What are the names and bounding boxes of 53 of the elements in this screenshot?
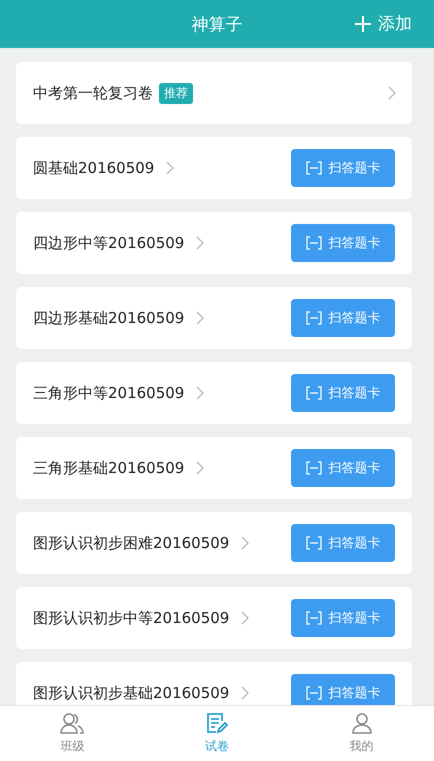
scan-card-button[interactable]: 扫答题卡 xyxy=(291,599,395,637)
scan-icon xyxy=(306,236,322,250)
chevron-right-icon xyxy=(196,311,204,325)
people-icon xyxy=(60,712,84,734)
chevron-right-icon xyxy=(241,536,250,550)
add-button[interactable]: 添加 xyxy=(354,12,412,35)
chevron-right-icon xyxy=(388,86,396,100)
paper-title: 四边形基础20160509 xyxy=(33,308,184,328)
scan-card-button[interactable]: 扫答题卡 xyxy=(291,224,395,262)
recommend-badge: 推荐 xyxy=(159,82,193,104)
scan-icon xyxy=(306,161,322,175)
paper-title: 中考第一轮复习卷 xyxy=(33,84,153,102)
scan-card-button[interactable]: 扫答题卡 xyxy=(291,524,395,562)
scan-icon xyxy=(306,386,322,400)
scan-icon xyxy=(306,536,322,550)
tab[interactable]: 班级 xyxy=(0,706,145,761)
scan-card-button[interactable]: 扫答题卡 xyxy=(291,674,395,705)
scan-card-button[interactable]: 扫答题卡 xyxy=(291,374,395,412)
paper-card[interactable]: 三角形基础20160509 扫答题卡 xyxy=(16,437,412,499)
chevron-right-icon xyxy=(241,686,250,700)
paper-title: 三角形中等20160509 xyxy=(33,384,184,402)
paper-card[interactable]: 图形认识初步基础20160509 扫答题卡 xyxy=(16,662,412,705)
app-title: 神算子 xyxy=(192,14,242,36)
plus-icon xyxy=(354,14,372,32)
tab[interactable]: 试卷 xyxy=(144,706,290,761)
chevron-right-icon xyxy=(196,386,204,400)
person-icon xyxy=(350,712,373,734)
chevron-right-icon xyxy=(241,611,250,625)
paper-title: 图形认识初步中等20160509 xyxy=(33,608,230,628)
paper-card[interactable]: 四边形基础20160509 扫答题卡 xyxy=(16,287,412,349)
paper-card[interactable]: 四边形中等20160509 扫答题卡 xyxy=(16,212,412,274)
paper-title: 四边形中等20160509 xyxy=(33,234,184,252)
scan-icon xyxy=(306,686,322,700)
scan-icon xyxy=(306,311,322,325)
paper-card[interactable]: 图形认识初步困难20160509 扫答题卡 xyxy=(16,512,412,574)
paper-card[interactable]: 三角形中等20160509 扫答题卡 xyxy=(16,362,412,424)
scan-card-button[interactable]: 扫答题卡 xyxy=(291,299,395,337)
featured-card[interactable]: 中考第一轮复习卷 推荐 xyxy=(16,62,412,124)
scan-card-button[interactable]: 扫答题卡 xyxy=(291,149,395,187)
paper-title: 三角形基础20160509 xyxy=(33,458,184,478)
chevron-right-icon xyxy=(166,161,174,175)
paper-card[interactable]: 圆基础20160509 扫答题卡 xyxy=(16,137,412,199)
paper-title: 图形认识初步困难20160509 xyxy=(33,534,230,552)
scan-icon xyxy=(306,611,322,625)
chevron-right-icon xyxy=(196,461,204,475)
scan-card-button[interactable]: 扫答题卡 xyxy=(291,449,395,487)
paper-title: 图形认识初步基础20160509 xyxy=(33,684,230,702)
scan-icon xyxy=(306,461,322,475)
document-edit-icon xyxy=(206,712,228,734)
paper-title: 圆基础20160509 xyxy=(33,158,154,178)
paper-card[interactable]: 图形认识初步中等20160509 扫答题卡 xyxy=(16,587,412,649)
tab[interactable]: 我的 xyxy=(289,706,434,761)
chevron-right-icon xyxy=(196,236,204,250)
